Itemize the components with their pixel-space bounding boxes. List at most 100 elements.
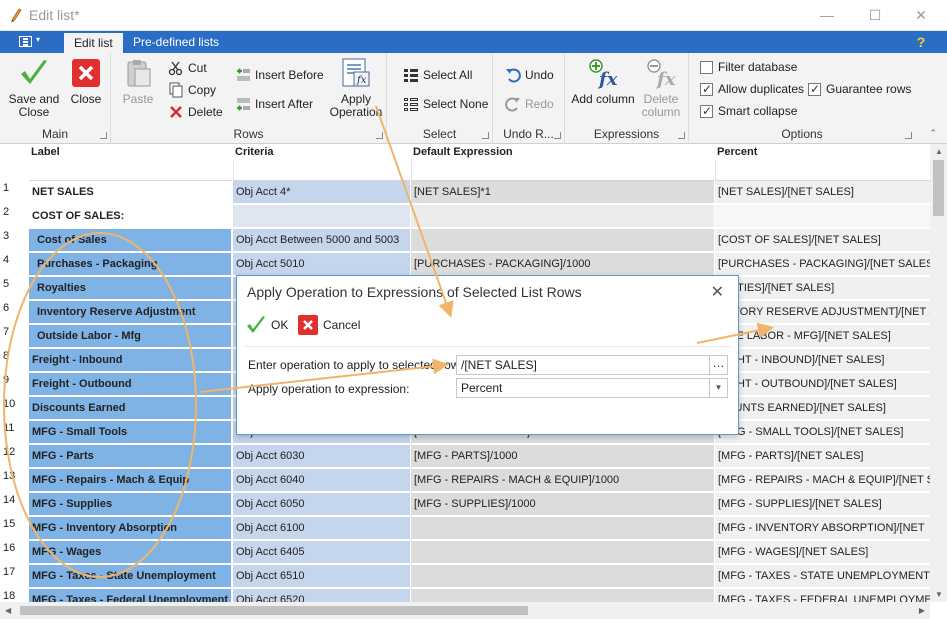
smart-collapse-checkbox[interactable]: Smart collapse (700, 103, 797, 119)
add-column-button[interactable]: fx Add column (569, 57, 637, 106)
row-number[interactable]: 9 (0, 374, 28, 386)
cell-criteria[interactable]: Obj Acct 6030 (233, 445, 410, 468)
horizontal-scroll-thumb[interactable] (20, 606, 528, 615)
cell-label[interactable]: MFG - Repairs - Mach & Equip (29, 469, 232, 492)
group-launcher-icon[interactable] (554, 132, 561, 139)
cell-label[interactable]: Inventory Reserve Adjustment (29, 301, 232, 324)
scroll-right-icon[interactable]: ▶ (919, 606, 925, 615)
cell-criteria[interactable]: Obj Acct 5010 (233, 253, 410, 276)
vertical-scrollbar[interactable]: ▲ ▼ (930, 144, 947, 602)
cell-label[interactable]: MFG - Supplies (29, 493, 232, 516)
delete-row-button[interactable]: Delete (168, 103, 223, 121)
ellipsis-button[interactable]: … (709, 356, 727, 374)
group-launcher-icon[interactable] (482, 132, 489, 139)
dialog-ok-button[interactable]: OK (245, 314, 288, 336)
cell-label[interactable]: Freight - Outbound (29, 373, 232, 396)
cell-label[interactable]: MFG - Inventory Absorption (29, 517, 232, 540)
cell-percent[interactable] (715, 205, 930, 228)
insert-after-button[interactable]: Insert After (235, 95, 313, 113)
row-number[interactable]: 10 (0, 398, 28, 410)
close-button[interactable]: Close (64, 57, 108, 106)
cell-expression[interactable] (411, 205, 714, 228)
cell-label[interactable]: Freight - Inbound (29, 349, 232, 372)
select-none-button[interactable]: Select None (403, 95, 488, 113)
cell-criteria[interactable]: Obj Acct 6040 (233, 469, 410, 492)
group-launcher-icon[interactable] (100, 132, 107, 139)
undo-button[interactable]: Undo (505, 66, 554, 84)
dialog-close-button[interactable]: ✕ (711, 282, 724, 302)
cell-percent[interactable]: [MFG - INVENTORY ABSORPTION]/[NET (715, 517, 930, 540)
row-number[interactable]: 15 (0, 518, 28, 530)
cell-percent[interactable]: EIGHT - INBOUND]/[NET SALES] (715, 349, 930, 372)
app-menu-button[interactable]: ▾ (2, 31, 60, 53)
cell-percent[interactable]: [MFG - SUPPLIES]/[NET SALES] (715, 493, 930, 516)
row-number[interactable]: 8 (0, 350, 28, 362)
cell-label[interactable]: Royalties (29, 277, 232, 300)
column-header-default-expression[interactable]: Default Expression (411, 144, 714, 161)
row-number[interactable]: 11 (0, 422, 28, 434)
vertical-scroll-thumb[interactable] (933, 160, 944, 216)
cell-percent[interactable]: [MFG - SMALL TOOLS]/[NET SALES] (715, 421, 930, 444)
copy-button[interactable]: Copy (168, 81, 216, 99)
cell-percent[interactable]: SIDE LABOR - MFG]/[NET SALES] (715, 325, 930, 348)
close-window-button[interactable]: ✕ (907, 5, 935, 25)
cell-percent[interactable]: [NET SALES]/[NET SALES] (715, 181, 930, 204)
chevron-down-icon[interactable]: ▼ (709, 379, 727, 397)
cell-label[interactable]: COST OF SALES: (29, 205, 232, 228)
row-number[interactable]: 17 (0, 566, 28, 578)
row-number[interactable]: 14 (0, 494, 28, 506)
dialog-cancel-button[interactable]: Cancel (297, 314, 360, 336)
cell-label[interactable]: MFG - Wages (29, 541, 232, 564)
delete-column-button[interactable]: fx Delete column (639, 57, 683, 119)
row-number[interactable]: 4 (0, 254, 28, 266)
row-number[interactable]: 2 (0, 206, 28, 218)
cell-percent[interactable]: [COST OF SALES]/[NET SALES] (715, 229, 930, 252)
cell-criteria[interactable] (233, 205, 410, 228)
cell-label[interactable]: Purchases - Packaging (29, 253, 232, 276)
apply-operation-button[interactable]: fx Apply Operation (329, 57, 383, 119)
cell-label[interactable]: Outside Labor - Mfg (29, 325, 232, 348)
filter-cell-criteria[interactable] (233, 161, 410, 181)
filter-cell-percent[interactable] (715, 161, 930, 181)
cell-criteria[interactable]: Obj Acct Between 5000 and 5003 (233, 229, 410, 252)
filter-cell-label[interactable] (29, 161, 232, 181)
expression-select[interactable]: Percent ▼ (456, 378, 728, 398)
row-number[interactable]: 6 (0, 302, 28, 314)
cell-label[interactable]: MFG - Taxes - Federal Unemployment (29, 589, 232, 602)
scroll-left-icon[interactable]: ◀ (5, 606, 11, 615)
cell-label[interactable]: NET SALES (29, 181, 232, 204)
cell-criteria[interactable]: Obj Acct 6100 (233, 517, 410, 540)
cell-percent[interactable]: [MFG - PARTS]/[NET SALES] (715, 445, 930, 468)
cell-percent[interactable]: ENTORY RESERVE ADJUSTMENT]/[NET SALES] (715, 301, 930, 324)
select-all-button[interactable]: Select All (403, 66, 472, 84)
minimize-button[interactable]: — (813, 5, 841, 25)
cell-percent[interactable]: EIGHT - OUTBOUND]/[NET SALES] (715, 373, 930, 396)
cell-percent[interactable]: [PURCHASES - PACKAGING]/[NET SALES] (715, 253, 930, 276)
row-number[interactable]: 12 (0, 446, 28, 458)
cell-expression[interactable]: [PURCHASES - PACKAGING]/1000 (411, 253, 714, 276)
cell-criteria[interactable]: Obj Acct 6510 (233, 565, 410, 588)
cell-expression[interactable]: [MFG - SUPPLIES]/1000 (411, 493, 714, 516)
cell-label[interactable]: MFG - Small Tools (29, 421, 232, 444)
row-number[interactable]: 5 (0, 278, 28, 290)
filter-database-checkbox[interactable]: Filter database (700, 59, 797, 75)
group-launcher-icon[interactable] (678, 132, 685, 139)
cell-percent[interactable]: COUNTS EARNED]/[NET SALES] (715, 397, 930, 420)
cell-percent[interactable]: [MFG - WAGES]/[NET SALES] (715, 541, 930, 564)
guarantee-rows-checkbox[interactable]: Guarantee rows (808, 81, 911, 97)
row-number[interactable]: 18 (0, 590, 28, 602)
operation-input[interactable]: /[NET SALES] … (456, 355, 728, 375)
redo-button[interactable]: Redo (505, 95, 554, 113)
collapse-ribbon-icon[interactable]: ⌃ (929, 128, 937, 139)
tab-edit-list[interactable]: Edit list (64, 33, 123, 53)
scroll-down-icon[interactable]: ▼ (935, 590, 943, 599)
filter-cell-expression[interactable] (411, 161, 714, 181)
insert-before-button[interactable]: Insert Before (235, 66, 324, 84)
cell-expression[interactable]: [NET SALES]*1 (411, 181, 714, 204)
row-number[interactable]: 3 (0, 230, 28, 242)
help-icon[interactable]: ? (913, 34, 929, 50)
cell-expression[interactable] (411, 541, 714, 564)
cell-expression[interactable] (411, 229, 714, 252)
cell-expression[interactable] (411, 565, 714, 588)
cell-label[interactable]: Cost of Sales (29, 229, 232, 252)
